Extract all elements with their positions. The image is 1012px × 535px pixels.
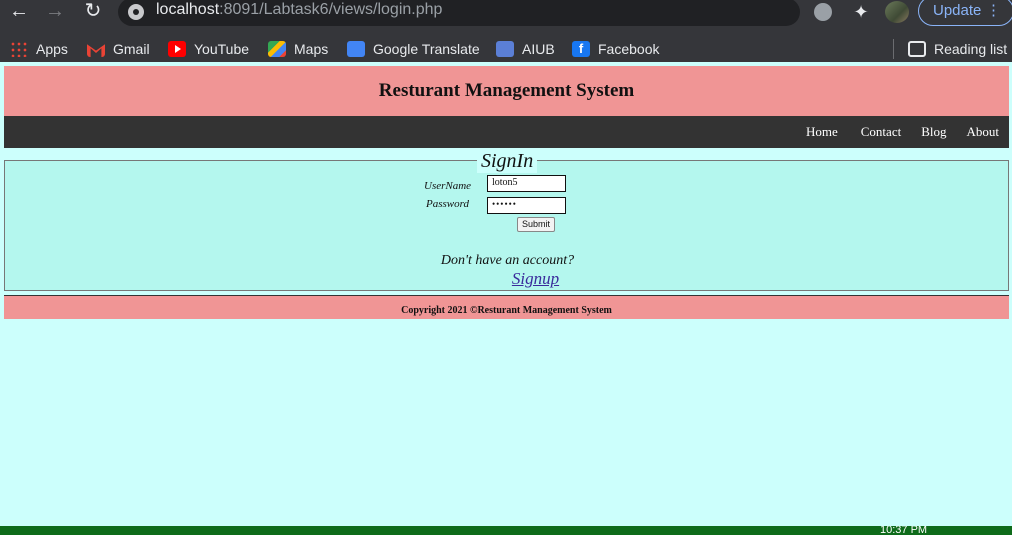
os-taskbar bbox=[0, 526, 1012, 535]
nav-blog-link[interactable]: Blog bbox=[911, 116, 956, 148]
bookmark-google-translate[interactable]: Google Translate bbox=[347, 39, 480, 59]
reading-list-button[interactable]: Reading list bbox=[908, 39, 1007, 59]
address-bar[interactable]: localhost:8091/Labtask6/views/login.php bbox=[118, 0, 800, 26]
password-label: Password bbox=[426, 198, 469, 210]
reading-list-icon bbox=[908, 41, 926, 57]
site-title: Resturant Management System bbox=[378, 80, 635, 101]
browser-toolbar: ← → ↻ localhost:8091/Labtask6/views/logi… bbox=[0, 0, 1012, 26]
update-button[interactable]: Update ⋮ bbox=[918, 0, 1012, 26]
bookmark-apps[interactable]: Apps bbox=[10, 39, 68, 59]
bookmark-aiub[interactable]: AIUB bbox=[496, 39, 555, 59]
nav-contact-link[interactable]: Contact bbox=[851, 116, 911, 148]
taskbar-clock[interactable]: 10:37 PM bbox=[880, 526, 927, 535]
nav-home-link[interactable]: Home bbox=[796, 116, 851, 148]
signup-link[interactable]: Signup bbox=[5, 269, 1012, 289]
forward-icon[interactable]: → bbox=[42, 0, 68, 24]
back-icon[interactable]: ← bbox=[6, 0, 32, 24]
menu-dots-icon[interactable]: ⋮ bbox=[986, 1, 1001, 19]
bookmarks-divider bbox=[893, 39, 894, 59]
password-input[interactable]: •••••• bbox=[487, 197, 566, 214]
youtube-icon bbox=[168, 41, 186, 57]
signin-fieldset: SignIn UserName loton5 Password •••••• S… bbox=[4, 149, 1012, 291]
username-input[interactable]: loton5 bbox=[487, 175, 566, 192]
profile-avatar[interactable] bbox=[885, 1, 909, 23]
google-translate-icon bbox=[347, 41, 365, 57]
apps-grid-icon bbox=[10, 41, 28, 57]
maps-icon bbox=[268, 41, 286, 57]
copyright-text: Copyright 2021 ©Resturant Management Sys… bbox=[401, 305, 612, 316]
site-info-icon[interactable] bbox=[128, 4, 144, 20]
bookmark-gmail[interactable]: Gmail bbox=[87, 39, 150, 59]
submit-button[interactable]: Submit bbox=[517, 217, 555, 232]
facebook-icon: f bbox=[572, 41, 590, 57]
site-footer: Copyright 2021 ©Resturant Management Sys… bbox=[4, 295, 1009, 319]
site-nav: Home Contact Blog About bbox=[4, 116, 1009, 148]
site-header: Resturant Management System bbox=[4, 66, 1009, 116]
url-text[interactable]: localhost:8091/Labtask6/views/login.php bbox=[156, 1, 442, 19]
signin-legend: SignIn bbox=[477, 149, 538, 173]
reload-icon[interactable]: ↻ bbox=[80, 0, 106, 24]
bookmark-youtube[interactable]: YouTube bbox=[168, 39, 249, 59]
bookmark-maps[interactable]: Maps bbox=[268, 39, 328, 59]
signup-prompt: Don't have an account? bbox=[440, 253, 575, 268]
page-content: Resturant Management System Home Contact… bbox=[0, 62, 1012, 526]
translate-globe-icon[interactable] bbox=[814, 3, 832, 21]
bookmark-facebook[interactable]: f Facebook bbox=[572, 39, 659, 59]
aiub-icon bbox=[496, 41, 514, 57]
extensions-icon[interactable]: ✦ bbox=[850, 2, 872, 22]
gmail-icon bbox=[87, 44, 105, 57]
bookmarks-bar: Apps Gmail YouTube Maps Google Translate… bbox=[0, 26, 1012, 62]
username-label: UserName bbox=[424, 180, 472, 192]
nav-about-link[interactable]: About bbox=[957, 116, 1010, 148]
